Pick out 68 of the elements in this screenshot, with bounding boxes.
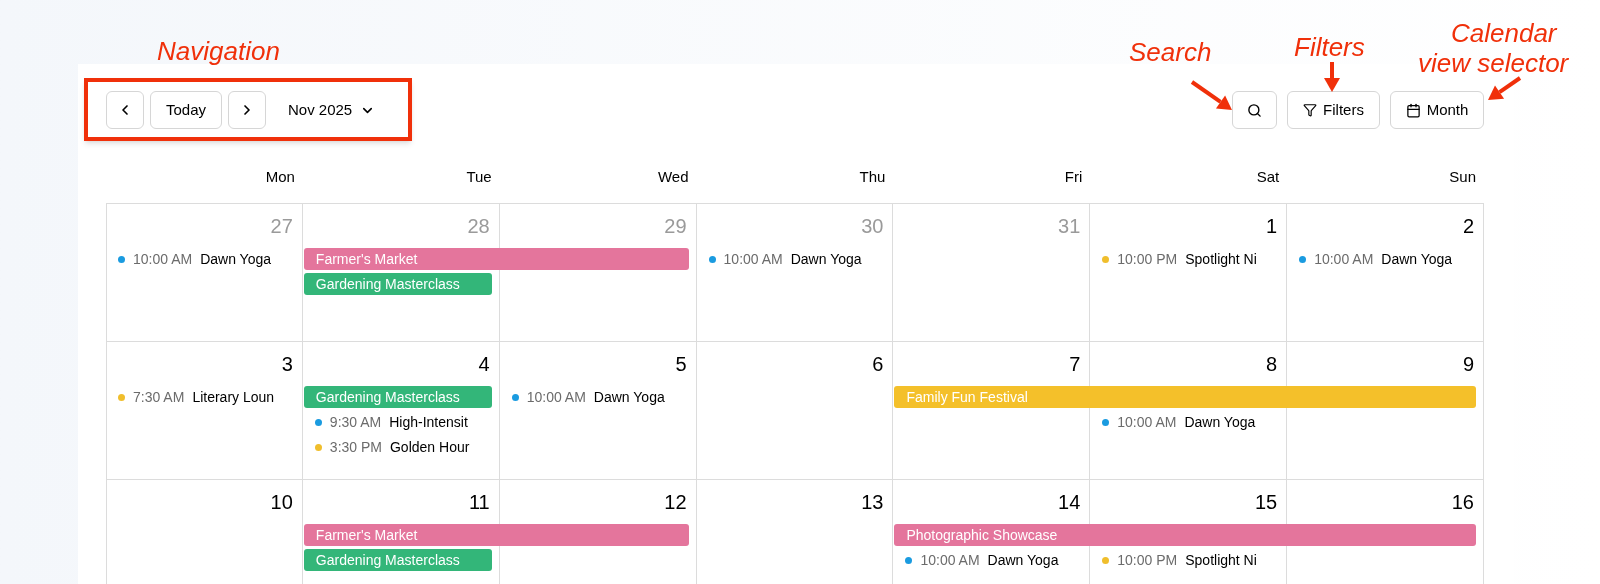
event-title[interactable]: Spotlight Ni: [1185, 549, 1257, 571]
event-time: 10:00 AM: [920, 550, 980, 570]
weekday-header: Tue: [466, 167, 492, 187]
event-time: 10:00 AM: [1117, 412, 1177, 432]
day-number: 4: [478, 351, 490, 376]
event-time: 7:30 AM: [133, 387, 185, 407]
annotation-arrow: [1488, 76, 1522, 100]
day-number: 31: [1058, 213, 1081, 238]
event-title[interactable]: Dawn Yoga: [593, 386, 665, 408]
day-number: 9: [1462, 351, 1474, 376]
weekday-header: Wed: [658, 167, 689, 187]
view-selector[interactable]: Month: [1390, 91, 1484, 129]
day-number: 8: [1266, 351, 1278, 376]
day-number: 2: [1462, 213, 1474, 238]
annotation-label: Navigation: [157, 35, 280, 68]
today-button[interactable]: Today: [150, 91, 222, 129]
event-title[interactable]: High-Intensit: [389, 411, 468, 433]
day-number: 11: [468, 489, 490, 514]
day-number: 6: [872, 351, 884, 376]
weekday-header: Fri: [1064, 167, 1083, 187]
event-title[interactable]: Literary Loun: [192, 386, 275, 408]
day-number: 28: [467, 213, 490, 238]
annotation-label: Filters: [1294, 31, 1365, 64]
event-title[interactable]: Dawn Yoga: [200, 248, 271, 270]
annotation-label: view selector: [1418, 47, 1569, 80]
event-time: 10:00 AM: [133, 249, 193, 269]
day-number: 1: [1266, 213, 1278, 238]
event-time: 10:00 AM: [723, 249, 783, 269]
day-number: 14: [1058, 489, 1081, 514]
event-time: 10:00 AM: [1314, 249, 1374, 269]
search-button[interactable]: [1232, 91, 1277, 129]
weekday-header: Sun: [1449, 167, 1476, 187]
day-number: 10: [270, 489, 293, 514]
calendar-icon: [1405, 102, 1421, 118]
funnel-icon: [1303, 103, 1318, 117]
event-time: 10:00 PM: [1117, 249, 1178, 269]
day-number: 30: [861, 213, 884, 238]
next-button[interactable]: [228, 91, 266, 129]
annotation-label: Calendar: [1451, 17, 1557, 50]
day-number: 29: [664, 213, 687, 238]
day-number: 15: [1254, 489, 1278, 514]
weekday-header: Mon: [265, 167, 295, 187]
previous-button[interactable]: [106, 91, 144, 129]
event-time: 10:00 PM: [1117, 550, 1178, 570]
weekday-header: Sat: [1256, 167, 1280, 187]
filters-button[interactable]: Filters: [1287, 91, 1380, 129]
annotation-label: Search: [1129, 36, 1212, 69]
day-number: 7: [1069, 351, 1081, 376]
day-number: 27: [270, 213, 293, 238]
event-time: 3:30 PM: [329, 437, 382, 457]
day-number: 16: [1451, 489, 1474, 514]
search-icon: [1247, 102, 1262, 118]
event-title[interactable]: Dawn Yoga: [987, 549, 1059, 571]
weekday-header: Thu: [859, 167, 886, 187]
event-time: 9:30 AM: [329, 412, 382, 432]
day-number: 5: [675, 351, 687, 376]
day-number: 12: [664, 489, 687, 514]
event-title[interactable]: Dawn Yoga: [790, 248, 862, 270]
event-title[interactable]: Spotlight Ni: [1185, 248, 1257, 270]
event-title[interactable]: Dawn Yoga: [1381, 248, 1453, 270]
day-number: 3: [281, 351, 293, 376]
event-title[interactable]: Dawn Yoga: [1184, 411, 1256, 433]
day-number: 13: [861, 489, 884, 514]
annotation-arrow: [1324, 62, 1340, 92]
month-picker[interactable]: Nov 2025: [288, 91, 376, 129]
annotation-arrow: [1190, 80, 1232, 110]
event-time: 10:00 AM: [526, 387, 586, 407]
event-title[interactable]: Golden Hour: [390, 436, 470, 458]
